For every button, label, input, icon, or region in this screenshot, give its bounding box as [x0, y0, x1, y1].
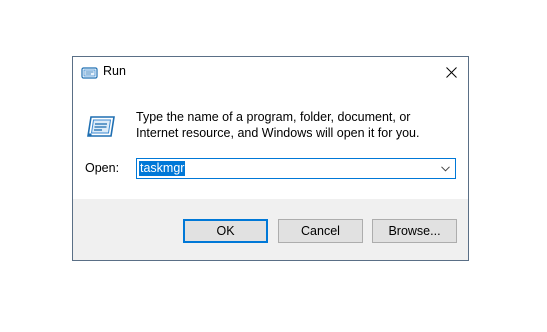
open-input[interactable]: taskmgr [139, 161, 186, 176]
open-combobox[interactable]: taskmgr [136, 158, 456, 179]
run-icon [85, 114, 117, 140]
browse-button[interactable]: Browse... [372, 219, 457, 243]
window-title: Run [103, 64, 126, 78]
desktop-background: Run Type the name of a program, folder, … [0, 0, 547, 332]
cancel-button[interactable]: Cancel [278, 219, 363, 243]
open-label: Open: [85, 161, 120, 175]
dialog-body: Type the name of a program, folder, docu… [73, 87, 468, 199]
run-icon [81, 66, 98, 79]
open-dropdown-button[interactable] [438, 161, 453, 176]
close-button[interactable] [438, 60, 464, 84]
close-icon [445, 66, 457, 78]
run-dialog: Run Type the name of a program, folder, … [72, 56, 469, 261]
title-bar: Run [73, 57, 468, 87]
chevron-down-icon [441, 165, 450, 172]
description-text: Type the name of a program, folder, docu… [136, 110, 420, 140]
button-bar: OK Cancel Browse... [73, 199, 468, 260]
ok-button[interactable]: OK [183, 219, 268, 243]
